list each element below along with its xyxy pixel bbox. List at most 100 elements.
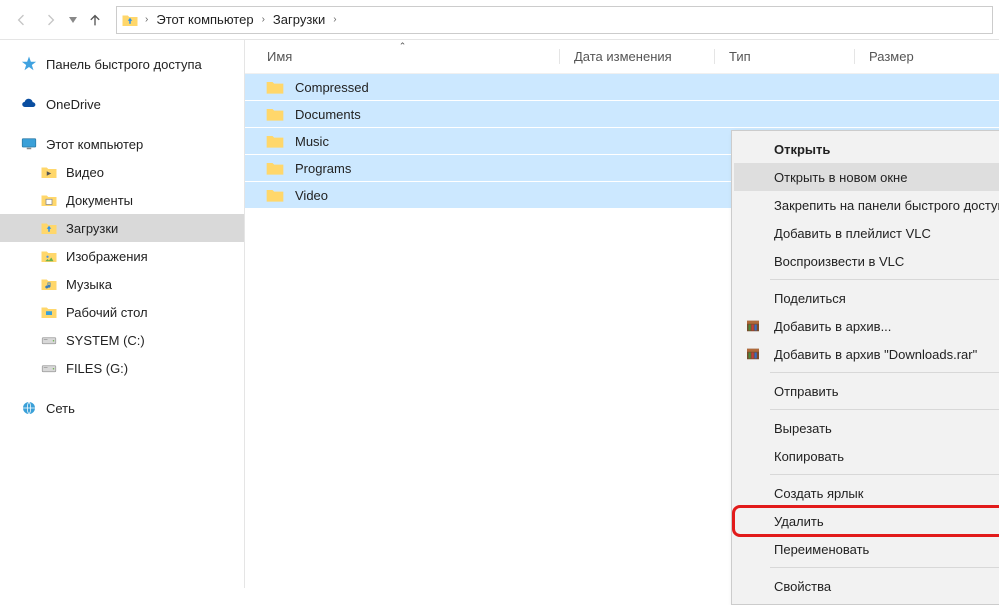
sidebar-item[interactable]: Музыка: [0, 270, 244, 298]
context-menu-item[interactable]: Копировать: [734, 442, 999, 470]
context-menu-item-label: Открыть: [774, 142, 830, 157]
nav-forward-button[interactable]: [36, 5, 66, 35]
sidebar-item-label: Изображения: [66, 249, 148, 264]
lib-images-icon: [40, 247, 58, 265]
sidebar-item[interactable]: OneDrive: [0, 90, 244, 118]
context-menu-item-label: Добавить в плейлист VLC: [774, 226, 931, 241]
pc-icon: [20, 135, 38, 153]
file-row[interactable]: Documents: [245, 101, 999, 128]
context-menu-item-label: Переименовать: [774, 542, 869, 557]
content-pane: ⌃ Имя Дата изменения Тип Размер Compress…: [245, 40, 999, 588]
file-row[interactable]: Compressed: [245, 74, 999, 101]
folder-icon: [265, 104, 285, 124]
nav-up-button[interactable]: [80, 5, 110, 35]
sidebar-item-label: FILES (G:): [66, 361, 128, 376]
sidebar: Панель быстрого доступа OneDrive Этот комп…: [0, 40, 245, 588]
breadcrumb-segment[interactable]: Этот компьютер: [150, 7, 259, 33]
context-menu-item[interactable]: Отправить〉: [734, 377, 999, 405]
network-icon: [20, 399, 38, 417]
sidebar-item-label: Загрузки: [66, 221, 118, 236]
context-menu-item-label: Свойства: [774, 579, 831, 594]
context-menu-item-label: Вырезать: [774, 421, 832, 436]
lib-docs-icon: [40, 191, 58, 209]
winrar-icon: [744, 345, 762, 363]
sidebar-item[interactable]: Документы: [0, 186, 244, 214]
sidebar-item[interactable]: Сеть: [0, 394, 244, 422]
context-menu-item[interactable]: Поделиться〉: [734, 284, 999, 312]
column-header-row: ⌃ Имя Дата изменения Тип Размер: [245, 40, 999, 74]
context-menu-item[interactable]: Открыть: [734, 135, 999, 163]
file-name: Video: [295, 188, 328, 203]
sidebar-item[interactable]: Этот компьютер: [0, 130, 244, 158]
file-name: Compressed: [295, 80, 369, 95]
lib-desktop-icon: [40, 303, 58, 321]
sidebar-item-label: Музыка: [66, 277, 112, 292]
file-name: Music: [295, 134, 329, 149]
sidebar-item[interactable]: Рабочий стол: [0, 298, 244, 326]
menu-separator: [770, 567, 999, 568]
column-header-date[interactable]: Дата изменения: [560, 40, 715, 73]
arrow-right-icon: [43, 12, 59, 28]
context-menu-item[interactable]: Добавить в архив...: [734, 312, 999, 340]
sidebar-item[interactable]: SYSTEM (C:): [0, 326, 244, 354]
lib-downloads-icon: [40, 219, 58, 237]
context-menu-item-label: Поделиться: [774, 291, 846, 306]
file-name: Documents: [295, 107, 361, 122]
sidebar-item[interactable]: Изображения: [0, 242, 244, 270]
context-menu-item[interactable]: Воспроизвести в VLC: [734, 247, 999, 275]
folder-icon: [265, 131, 285, 151]
context-menu-item[interactable]: Создать ярлык: [734, 479, 999, 507]
context-menu-item[interactable]: Удалить: [734, 507, 999, 535]
downloads-folder-icon: [121, 11, 139, 29]
context-menu-item[interactable]: Открыть в новом окне: [734, 163, 999, 191]
nav-back-button[interactable]: [6, 5, 36, 35]
arrow-left-icon: [13, 12, 29, 28]
sidebar-item-label: Панель быстрого доступа: [46, 57, 202, 72]
context-menu-item[interactable]: Закрепить на панели быстрого доступа: [734, 191, 999, 219]
sidebar-item-label: OneDrive: [46, 97, 101, 112]
context-menu-item[interactable]: Добавить в архив "Downloads.rar": [734, 340, 999, 368]
column-header-size[interactable]: Размер: [855, 40, 999, 73]
column-label: Тип: [729, 49, 751, 64]
context-menu-item-label: Создать ярлык: [774, 486, 863, 501]
context-menu-item-label: Воспроизвести в VLC: [774, 254, 904, 269]
column-header-type[interactable]: Тип: [715, 40, 855, 73]
star-icon: [20, 55, 38, 73]
column-header-name[interactable]: ⌃ Имя: [245, 40, 560, 73]
column-label: Имя: [267, 49, 292, 64]
context-menu-item[interactable]: Свойства: [734, 572, 999, 600]
sidebar-item-label: Рабочий стол: [66, 305, 148, 320]
chevron-right-icon: ›: [331, 14, 338, 25]
sidebar-item-label: Документы: [66, 193, 133, 208]
lib-music-icon: [40, 275, 58, 293]
navbar: › Этот компьютер › Загрузки ›: [0, 0, 999, 40]
onedrive-icon: [20, 95, 38, 113]
menu-separator: [770, 474, 999, 475]
address-bar[interactable]: › Этот компьютер › Загрузки ›: [116, 6, 993, 34]
context-menu-item[interactable]: Добавить в плейлист VLC: [734, 219, 999, 247]
drive-icon: [40, 359, 58, 377]
chevron-right-icon: ›: [260, 14, 267, 25]
sidebar-item[interactable]: Панель быстрого доступа: [0, 50, 244, 78]
context-menu: Открыть Открыть в новом окнеЗакрепить на …: [731, 130, 999, 605]
sidebar-item[interactable]: FILES (G:): [0, 354, 244, 382]
chevron-right-icon: ›: [143, 14, 150, 25]
sort-ascending-icon: ⌃: [399, 41, 407, 52]
nav-history-dropdown[interactable]: [66, 17, 80, 23]
folder-icon: [265, 77, 285, 97]
winrar-icon: [744, 317, 762, 335]
sidebar-item-label: SYSTEM (C:): [66, 333, 145, 348]
sidebar-item-label: Видео: [66, 165, 104, 180]
context-menu-item[interactable]: Переименовать: [734, 535, 999, 563]
drive-icon: [40, 331, 58, 349]
menu-separator: [770, 279, 999, 280]
folder-icon: [265, 185, 285, 205]
breadcrumb-segment[interactable]: Загрузки: [267, 7, 331, 33]
sidebar-item[interactable]: Видео: [0, 158, 244, 186]
context-menu-item-label: Копировать: [774, 449, 844, 464]
sidebar-item[interactable]: Загрузки: [0, 214, 244, 242]
context-menu-item-label: Отправить: [774, 384, 838, 399]
arrow-up-icon: [87, 12, 103, 28]
column-label: Дата изменения: [574, 49, 672, 64]
context-menu-item[interactable]: Вырезать: [734, 414, 999, 442]
